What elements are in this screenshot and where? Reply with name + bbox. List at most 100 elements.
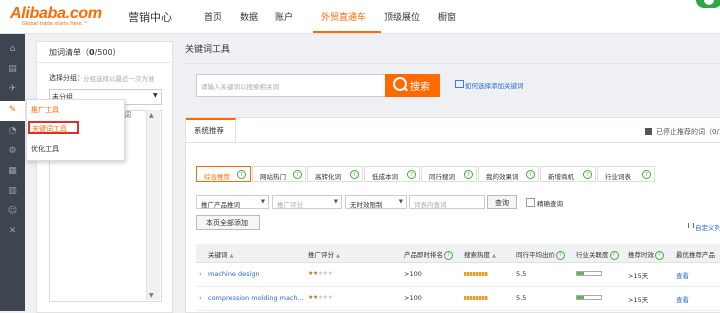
sort-icon: ▲ <box>229 253 234 259</box>
help-icon[interactable]: ? <box>444 250 453 260</box>
home-icon[interactable]: ⌂ <box>7 44 18 55</box>
alibaba-logo[interactable]: Alibaba.com Global trade starts here.™ <box>10 5 115 29</box>
gear-icon[interactable]: ⚙ <box>7 146 18 157</box>
product-select[interactable]: 推广产品推词 ▼ <box>196 195 269 209</box>
filter-tab-label: 我的效果词 <box>486 173 519 181</box>
settings-icon[interactable]: ✕ <box>7 226 18 237</box>
row-timeliness: >15天 <box>628 296 649 304</box>
col-avg-bid: 同行平均出价? <box>516 249 565 260</box>
effect-select-value: 无时效限制 <box>350 201 383 209</box>
columns-icon <box>688 223 694 228</box>
filter-tab-label: 网站热门 <box>260 173 286 181</box>
filter-tab-low-cost[interactable]: 低成本词? <box>364 166 420 182</box>
filter-tab-new-opportunity[interactable]: 新增商机? <box>540 166 596 182</box>
exact-query-checkbox[interactable] <box>526 198 535 207</box>
row-view-link[interactable]: 查看 <box>676 294 689 304</box>
help-icon[interactable]: ? <box>655 250 664 260</box>
relevance-fill <box>577 296 584 299</box>
nav-p4p[interactable]: 外贸直通车 <box>321 10 366 23</box>
scroll-down-icon[interactable]: ▼ <box>149 292 154 299</box>
keyword-filter-input[interactable]: 词表内查词 <box>409 195 485 209</box>
effect-select[interactable]: 无时效限制 ▼ <box>345 195 407 209</box>
popup-header: 推广工具 <box>31 106 59 114</box>
rating-select[interactable]: 推广评分 ▼ <box>272 195 342 209</box>
product-select-value: 推广产品推词 <box>201 201 240 209</box>
nav-account[interactable]: 账户 <box>275 10 293 23</box>
row-keyword[interactable]: compression molding mach... <box>208 294 304 302</box>
help-icon[interactable]: ? <box>350 170 359 179</box>
row-avg-bid: 5.5 <box>516 270 527 278</box>
filter-tab-my-effect[interactable]: 我的效果词? <box>478 166 539 182</box>
help-icon[interactable]: ? <box>583 170 592 179</box>
filter-tab-peer-search[interactable]: 同行搜词? <box>421 166 477 182</box>
add-all-button-label: 本页全部添加 <box>206 219 248 227</box>
group-label: 选择分组： <box>49 74 84 82</box>
nav-showcase[interactable]: 橱窗 <box>438 10 456 23</box>
filter-tab-label: 同行搜词 <box>429 173 455 181</box>
filter-tab-high-conversion[interactable]: 高转化词? <box>307 166 363 182</box>
group-hint: 分组选择以最近一次为准 <box>83 75 155 83</box>
row-rank: >100 <box>404 294 422 302</box>
help-icon[interactable]: ? <box>293 170 302 179</box>
filter-tab-popular[interactable]: 网站热门? <box>252 166 306 182</box>
row-keyword[interactable]: machine design <box>208 270 260 278</box>
user-icon[interactable]: ☺ <box>7 206 18 217</box>
brand-tagline: Global trade starts here.™ <box>22 21 89 27</box>
col-keyword[interactable]: 关键词 ▲ <box>208 249 233 259</box>
help-icon[interactable]: ? <box>609 250 619 260</box>
col-heat[interactable]: 搜索热度 ▲ <box>464 249 496 259</box>
custom-columns-link[interactable]: 自定义列 <box>695 222 720 232</box>
row-view-link[interactable]: 查看 <box>676 270 689 280</box>
trash-icon <box>645 128 652 135</box>
keyword-list-scrollbar[interactable] <box>146 110 160 300</box>
rating-select-value: 推广评分 <box>277 201 303 209</box>
help-icon[interactable]: ? <box>556 250 565 260</box>
keyword-list-title: 加词清单（0/500） <box>49 48 121 57</box>
help-icon[interactable]: ? <box>642 170 651 179</box>
stopped-keywords-link[interactable]: 已停止推荐的词（0/1 <box>656 127 720 137</box>
chevron-down-icon: ▼ <box>260 199 265 205</box>
keyword-filter-placeholder: 词表内查词 <box>414 201 447 209</box>
col-relevance-label: 行业关联度 <box>576 251 609 259</box>
help-icon[interactable]: ? <box>464 170 473 179</box>
nav-top-spot[interactable]: 顶级展位 <box>384 10 420 23</box>
report-icon[interactable]: ▦ <box>7 166 18 177</box>
chevron-down-icon: ▼ <box>398 199 403 205</box>
chart-icon[interactable]: ◔ <box>7 126 18 137</box>
calendar-icon[interactable]: ▤ <box>7 64 18 75</box>
relevance-fill <box>577 272 584 275</box>
filter-tab-label: 行业词表 <box>605 173 631 181</box>
keyword-list-label: 加词清单 <box>49 48 81 57</box>
bar-chart-icon[interactable]: ▥ <box>7 186 18 197</box>
col-timeliness: 推荐时效? <box>628 249 664 260</box>
rocket-icon[interactable]: ✈ <box>7 84 18 95</box>
col-keyword-label: 关键词 <box>208 251 228 259</box>
nav-home[interactable]: 首页 <box>204 10 222 23</box>
help-icon[interactable]: ? <box>526 170 535 179</box>
scroll-up-icon[interactable]: ▲ <box>149 112 154 119</box>
help-icon[interactable]: ? <box>407 170 416 179</box>
search-button-label: 搜索 <box>410 82 430 93</box>
chevron-down-icon: ▼ <box>153 92 158 99</box>
row-rating-stars: ★★★★★ <box>308 270 333 277</box>
popup-item-keyword-tool-label: 关键词工具 <box>32 125 67 133</box>
filter-tab-overall[interactable]: 综合推荐? <box>196 166 251 182</box>
filter-tab-industry-list[interactable]: 行业词表? <box>597 166 655 182</box>
nav-active-indicator <box>313 31 381 33</box>
help-icon[interactable]: ? <box>237 170 246 179</box>
expand-chevron-icon[interactable]: ‹ <box>199 294 202 302</box>
keyword-search-placeholder: 请输入关键词以搜索相关词 <box>201 83 279 91</box>
popup-item-optimize-tool[interactable]: 优化工具 <box>31 144 59 154</box>
col-avg-bid-label: 同行平均出价 <box>516 251 555 259</box>
query-button-label: 查询 <box>495 199 509 207</box>
nav-data[interactable]: 数据 <box>240 10 258 23</box>
tool-icon[interactable]: ✎ <box>7 105 18 116</box>
exact-query-label: 精确查询 <box>537 200 563 208</box>
app-title: 营销中心 <box>128 11 172 24</box>
how-to-add-keywords-link[interactable]: 如何选择添加关键词 <box>465 80 524 90</box>
expand-chevron-icon[interactable]: ‹ <box>199 270 202 278</box>
chevron-down-icon: ▼ <box>333 199 338 205</box>
keyword-list-partial-text: 词 <box>124 111 131 119</box>
sort-icon: ▲ <box>492 253 496 259</box>
col-rating[interactable]: 推广评分 ▲ <box>308 249 340 259</box>
